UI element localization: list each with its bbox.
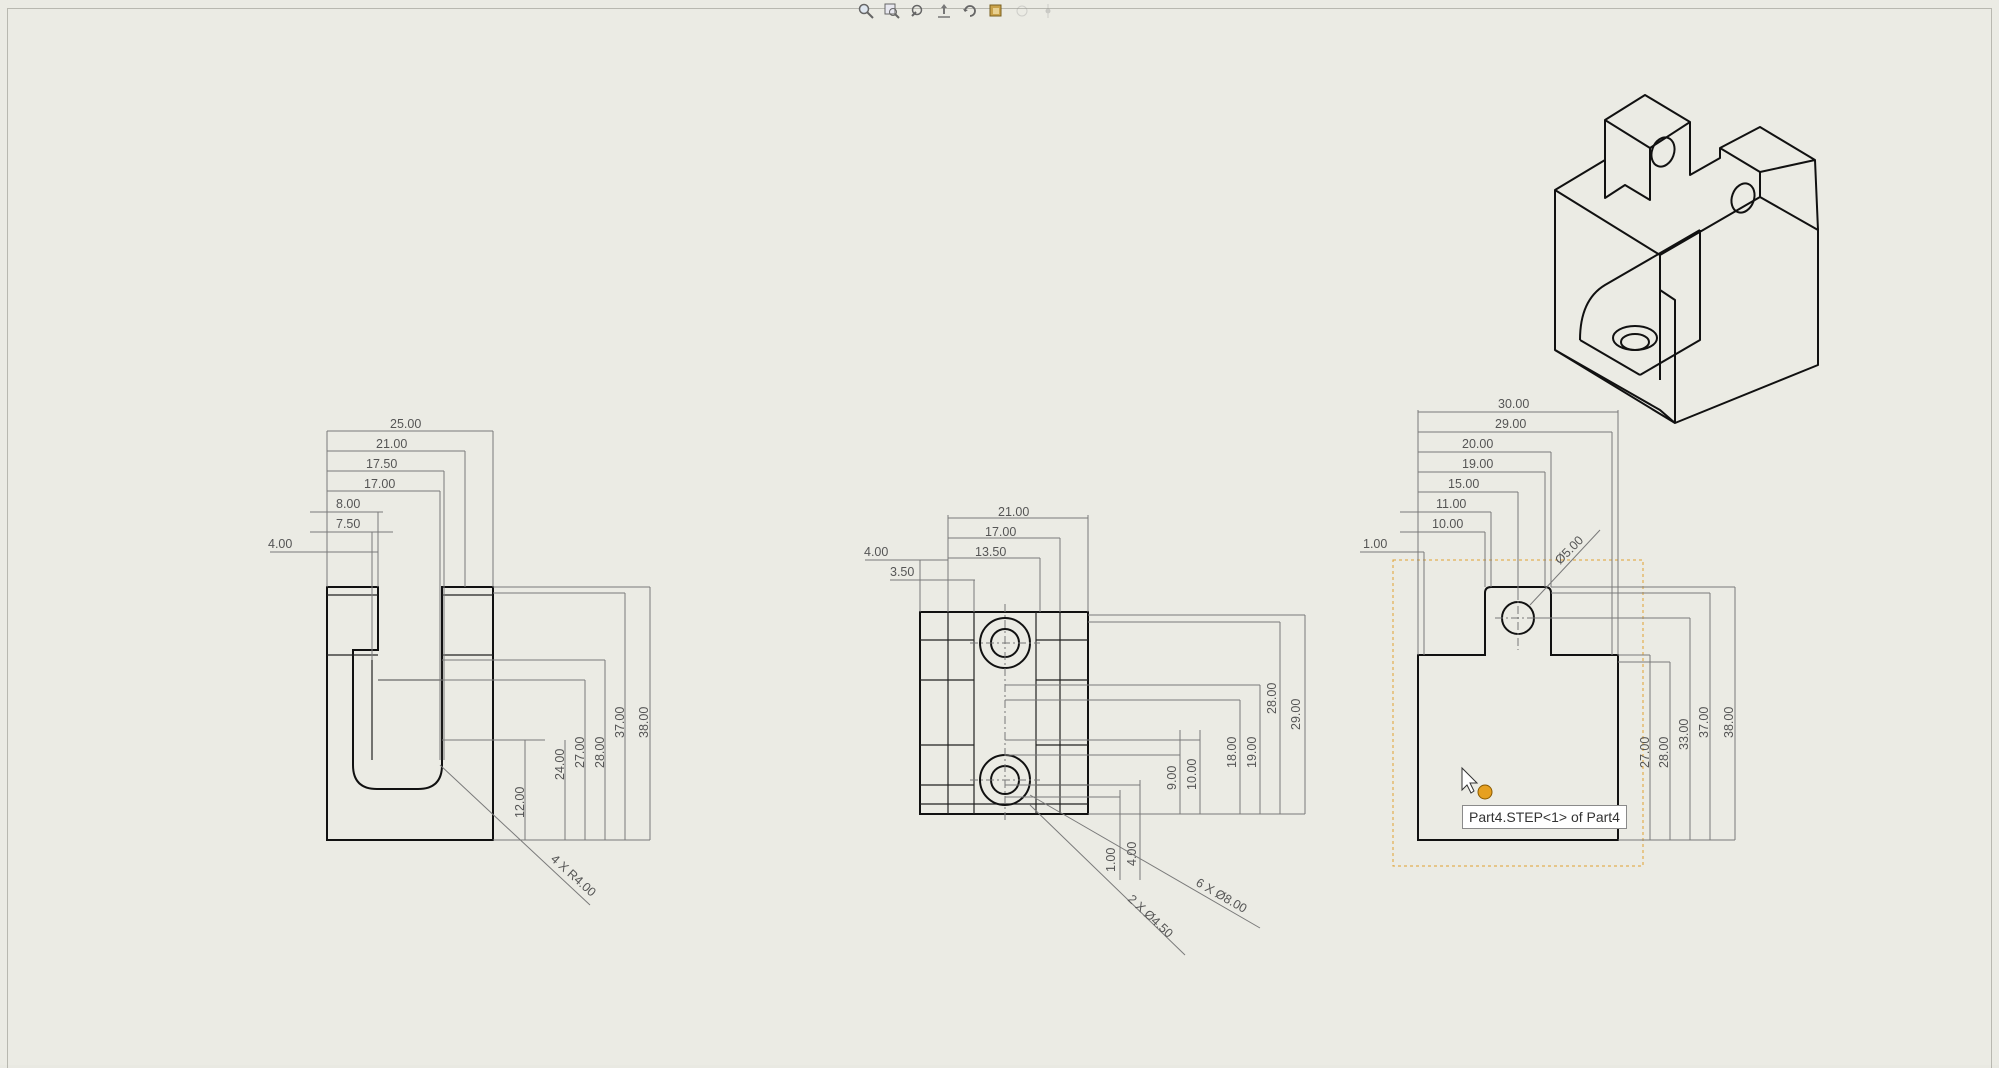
dim-label: 4 X R4.00 (548, 852, 599, 900)
dim-label: 10.00 (1432, 517, 1463, 531)
dim-label: 28.00 (593, 737, 607, 768)
leader-line (439, 764, 591, 906)
dim-label: 3.50 (890, 565, 914, 579)
dim-label: 7.50 (336, 517, 360, 531)
dim-label: 18.00 (1225, 737, 1239, 768)
dim-label: 38.00 (1722, 707, 1736, 738)
dim-label: 25.00 (390, 417, 421, 431)
dim-label: 17.50 (366, 457, 397, 471)
dim-label: 2 X Ø4.50 (1125, 892, 1176, 941)
dim-label: 29.00 (1289, 699, 1303, 730)
dim-label: 27.00 (573, 737, 587, 768)
dim-label: 8.00 (336, 497, 360, 511)
hover-tooltip: Part4.STEP<1> of Part4 (1462, 805, 1627, 829)
dim-label: 9.00 (1165, 766, 1179, 790)
left-view-outline (326, 586, 494, 841)
dim-label: 1.00 (1363, 537, 1387, 551)
dim-label: 19.00 (1462, 457, 1493, 471)
dim-label: 28.00 (1657, 737, 1671, 768)
dim-label: 20.00 (1462, 437, 1493, 451)
right-view[interactable]: 30.00 29.00 20.00 19.00 15.00 11.00 10.0… (1360, 397, 1736, 867)
dim-label: 28.00 (1265, 683, 1279, 714)
middle-view-outline (919, 611, 1089, 815)
middle-view[interactable]: 21.00 17.00 13.50 4.00 3.50 1.00 4.00 9.… (864, 505, 1306, 956)
dim-label: 11.00 (1436, 497, 1466, 511)
isometric-view[interactable] (1554, 94, 1819, 424)
dim-label: 19.00 (1245, 737, 1259, 768)
dim-label: 15.00 (1448, 477, 1479, 491)
cursor-with-select-icon (1461, 766, 1493, 800)
dim-label: 27.00 (1638, 737, 1652, 768)
dim-label: 6 X Ø8.00 (1194, 875, 1250, 915)
dim-label: 33.00 (1677, 719, 1691, 750)
dim-label: 17.00 (985, 525, 1016, 539)
dim-label: 10.00 (1185, 759, 1199, 790)
dim-label: 13.50 (975, 545, 1006, 559)
dim-label: 37.00 (1697, 707, 1711, 738)
dim-label: 21.00 (376, 437, 407, 451)
dim-label: 1.00 (1104, 848, 1118, 872)
leader-line (1529, 529, 1601, 606)
dim-label: 37.00 (613, 707, 627, 738)
dim-label: 4.00 (268, 537, 292, 551)
dim-label: 29.00 (1495, 417, 1526, 431)
drawing-views: 25.00 21.00 17.50 17.00 8.00 7.50 4.00 1… (268, 94, 1819, 956)
dim-label: 24.00 (553, 749, 567, 780)
drawing-sheet[interactable]: 25.00 21.00 17.50 17.00 8.00 7.50 4.00 1… (0, 0, 1999, 1068)
dim-label: 30.00 (1498, 397, 1529, 411)
dim-label: 4.00 (864, 545, 888, 559)
left-view[interactable]: 25.00 21.00 17.50 17.00 8.00 7.50 4.00 1… (268, 417, 651, 906)
dim-label: 12.00 (513, 787, 527, 818)
dim-label: 21.00 (998, 505, 1029, 519)
dim-label: 38.00 (637, 707, 651, 738)
dim-label: 17.00 (364, 477, 395, 491)
